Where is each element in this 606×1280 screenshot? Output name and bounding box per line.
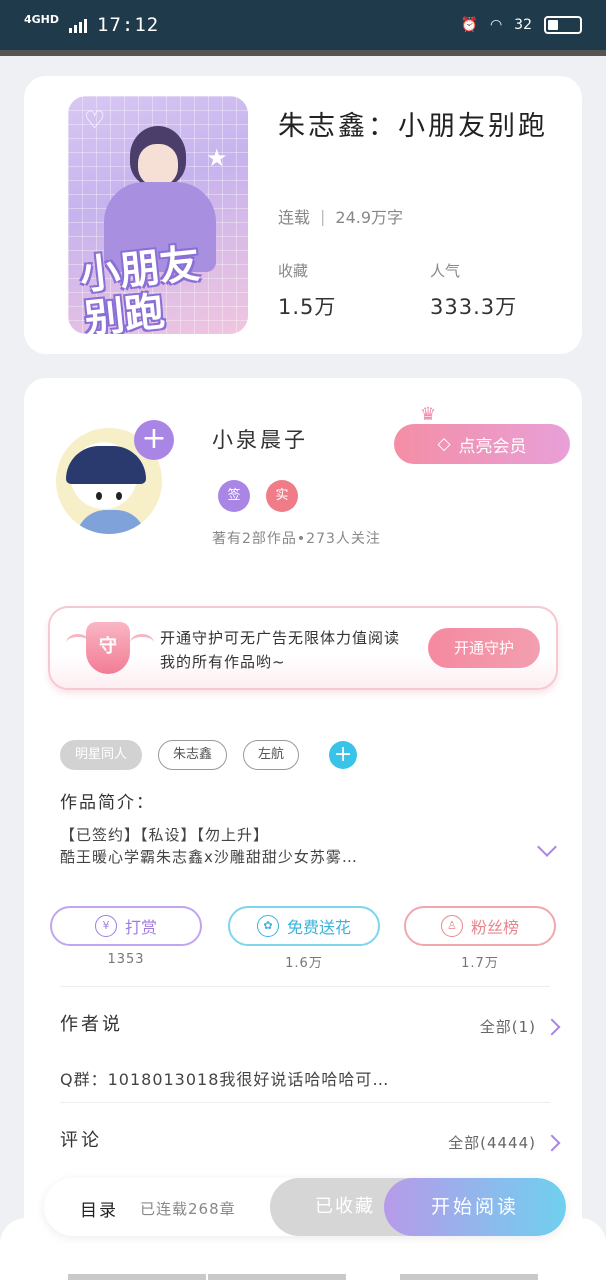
tag-item[interactable]: 朱志鑫 [158,740,228,770]
fan-ranking-label: 粉丝榜 [470,918,519,937]
divider [60,1102,550,1103]
verified-badge: 实 [266,480,298,512]
author-name[interactable]: 小泉晨子 [212,424,308,454]
divider [60,986,550,987]
book-title: 朱志鑫：小朋友别跑 [278,111,548,142]
nav-bar-segment [68,1274,206,1280]
network-type: 4GHD [24,12,60,26]
star-icon: ★ [206,144,228,172]
diamond-icon: ◇ [437,434,451,454]
favorites-value: 1.5万 [278,295,337,319]
popularity-stat: 人气 333.3万 [430,260,517,321]
intro-label: 作品简介： [60,793,155,813]
heart-icon: ♡ [84,106,106,134]
battery-percent: 32 [514,17,532,33]
cover-title-art: 小朋友别跑 [77,239,202,334]
toc-button[interactable]: 目录 [80,1196,118,1221]
signed-badge: 签 [218,480,250,512]
nav-bar-segment [208,1274,346,1280]
bottom-action-bar: 目录 已连载268章 已收藏 开始阅读 [44,1178,566,1236]
wifi-icon: ◠ [489,17,503,33]
comments-more[interactable]: 全部(4444) [448,1132,561,1153]
alarm-icon: ⏰ [460,17,478,33]
comments-title: 评论 [60,1130,102,1151]
intro-line: 酷王暖心学霸朱志鑫x沙雕甜甜少女苏雾… [60,848,358,866]
flower-count: 1.6万 [285,956,323,971]
wing-icon [130,634,154,652]
chevron-right-icon [543,1134,561,1151]
author-says-title: 作者说 [60,1014,123,1035]
start-reading-button[interactable]: 开始阅读 [384,1178,566,1236]
book-status: 连载 [278,208,311,227]
nav-bar-segment [400,1274,538,1280]
tip-button[interactable]: ¥ 打赏 [50,906,202,946]
battery-icon [544,16,582,34]
book-detail-card: + 小泉晨子 ♛ ◇ 点亮会员 签 实 著有2部作品•273人关注 守 开通守护… [24,378,582,1278]
author-says-text[interactable]: Q群：1018013018我很好说话哈哈哈可… [60,1066,540,1090]
tip-count: 1353 [107,952,145,967]
book-meta: 连载 | 24.9万字 [278,204,403,228]
status-bar: 4GHD 17:12 ⏰ ◠ 32 [0,0,606,50]
follow-author-button[interactable]: + [134,420,174,460]
author-stats: 著有2部作品•273人关注 [212,531,381,547]
expand-intro-icon[interactable] [537,837,557,857]
vip-button-label: 点亮会员 [458,436,527,457]
intro-line: 【已签约】【私设】【勿上升】 [60,826,270,844]
intro-text[interactable]: 【已签约】【私设】【勿上升】 酷王暖心学霸朱志鑫x沙雕甜甜少女苏雾… [60,824,480,868]
tag-item[interactable]: 左航 [243,740,300,770]
send-flower-label: 免费送花 [286,918,351,937]
vip-button[interactable]: ◇ 点亮会员 [394,424,570,464]
comments-more-label: 全部(4444) [448,1134,536,1152]
shield-icon: 守 [86,622,130,674]
meta-divider: | [320,206,326,226]
fan-ranking-button[interactable]: ♙ 粉丝榜 [404,906,556,946]
tip-label: 打赏 [124,918,157,937]
open-guard-button[interactable]: 开通守护 [428,628,540,668]
user-icon: ♙ [440,915,463,937]
popularity-label: 人气 [430,262,461,280]
yen-icon: ¥ [94,915,117,937]
popularity-value: 333.3万 [430,295,518,319]
tag-item[interactable]: 明星同人 [60,740,143,770]
book-info-card: ♡ ★ 小朋友别跑 朱志鑫：小朋友别跑 连载 | 24.9万字 收藏 1.5万 … [24,76,582,354]
author-says-more-label: 全部(1) [479,1018,536,1036]
favorites-label: 收藏 [278,262,309,280]
flower-icon: ✿ [256,915,279,937]
tag-list: 明星同人 朱志鑫 左航 + [60,740,358,770]
clock: 17:12 [97,14,160,36]
favorites-stat: 收藏 1.5万 [278,260,336,321]
word-count: 24.9万字 [335,208,404,227]
send-flower-button[interactable]: ✿ 免费送花 [228,906,380,946]
crown-icon: ♛ [420,404,437,425]
header-strip [0,50,606,56]
add-tag-button[interactable]: + [329,741,358,769]
chevron-right-icon [543,1018,561,1035]
signal-icon [69,17,88,33]
chapter-count: 已连载268章 [140,1200,236,1218]
guard-text: 开通守护可无广告无限体力值阅读我的所有作品哟~ [160,629,401,671]
fan-count: 1.7万 [461,956,499,971]
author-says-more[interactable]: 全部(1) [479,1016,561,1037]
book-cover[interactable]: ♡ ★ 小朋友别跑 [68,96,248,334]
guard-banner: 守 开通守护可无广告无限体力值阅读我的所有作品哟~ 开通守护 [48,606,558,690]
